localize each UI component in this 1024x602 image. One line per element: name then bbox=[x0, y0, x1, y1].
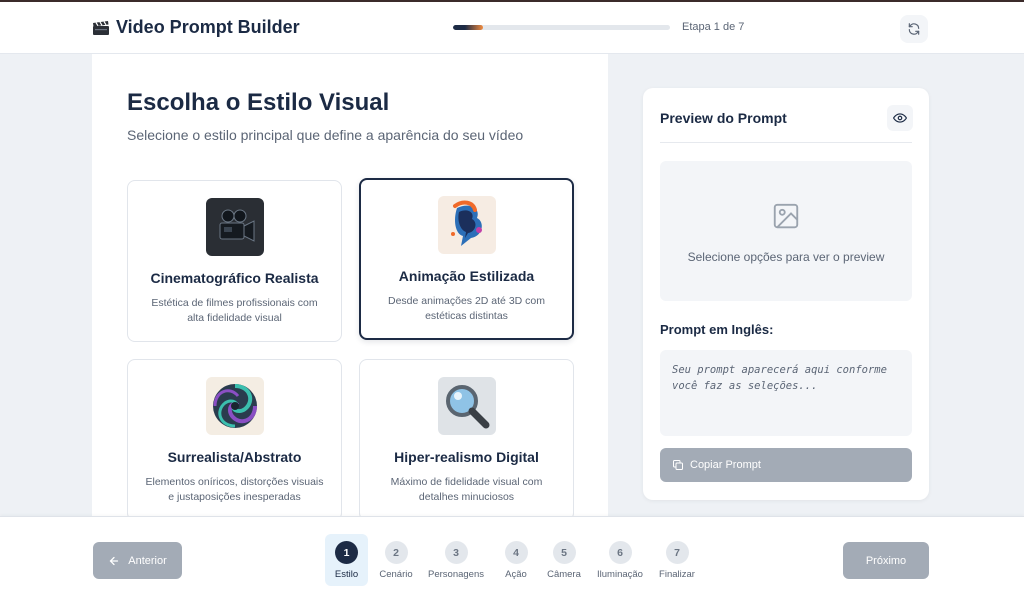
step-counter: Etapa 1 de 7 bbox=[682, 21, 745, 33]
top-header: Video Prompt Builder Etapa 1 de 7 bbox=[0, 0, 1024, 54]
card-description: Estética de filmes profissionais com alt… bbox=[151, 297, 318, 324]
step-number: 2 bbox=[384, 541, 408, 564]
magnifier-icon bbox=[437, 377, 496, 435]
card-description: Elementos oníricos, distorções visuais e… bbox=[145, 476, 324, 503]
step-label: Cenário bbox=[379, 569, 413, 580]
step-label: Câmera bbox=[547, 569, 581, 580]
next-button[interactable]: Próximo bbox=[843, 542, 929, 579]
prompt-preview-panel: Preview do Prompt Selecione opções para … bbox=[643, 88, 929, 500]
film-camera-icon bbox=[205, 198, 264, 256]
style-card-animation[interactable]: Animação Estilizada Desde animações 2D a… bbox=[359, 178, 574, 340]
step-5[interactable]: 5 Câmera bbox=[544, 534, 584, 586]
preview-image-area: Selecione opções para ver o preview bbox=[660, 161, 912, 301]
style-selection-panel: Escolha o Estilo Visual Selecione o esti… bbox=[92, 54, 608, 516]
step-number: 5 bbox=[552, 541, 576, 564]
step-1[interactable]: 1 Estilo bbox=[325, 534, 368, 586]
card-title: Animação Estilizada bbox=[398, 268, 535, 284]
step-2[interactable]: 2 Cenário bbox=[375, 534, 417, 586]
card-title: Surrealista/Abstrato bbox=[167, 449, 302, 465]
wizard-footer: Anterior 1 Estilo 2 Cenário 3 Personagen… bbox=[0, 516, 1024, 602]
card-title: Cinematográfico Realista bbox=[150, 270, 319, 286]
step-7[interactable]: 7 Finalizar bbox=[656, 534, 698, 586]
app-title: Video Prompt Builder bbox=[92, 17, 300, 38]
step-6[interactable]: 6 Iluminação bbox=[594, 534, 646, 586]
copy-button-label: Copiar Prompt bbox=[690, 459, 761, 471]
card-description: Máximo de fidelidade visual com detalhes… bbox=[390, 476, 543, 503]
copy-prompt-button[interactable]: Copiar Prompt bbox=[660, 448, 912, 482]
progress-bar bbox=[453, 25, 670, 30]
app-title-text: Video Prompt Builder bbox=[116, 17, 300, 37]
step-number: 7 bbox=[665, 541, 689, 564]
style-card-surreal[interactable]: Surrealista/Abstrato Elementos oníricos,… bbox=[127, 359, 342, 516]
next-button-label: Próximo bbox=[865, 554, 907, 567]
style-card-cinematic[interactable]: Cinematográfico Realista Estética de fil… bbox=[127, 180, 342, 342]
refresh-icon bbox=[908, 23, 920, 35]
step-label: Estilo bbox=[334, 569, 359, 580]
animation-b-icon bbox=[437, 196, 496, 254]
step-label: Iluminação bbox=[597, 569, 643, 580]
page-title: Escolha o Estilo Visual bbox=[127, 89, 390, 116]
style-card-hyperreal[interactable]: Hiper-realismo Digital Máximo de fidelid… bbox=[359, 359, 574, 516]
reset-button[interactable] bbox=[900, 15, 928, 43]
step-3[interactable]: 3 Personagens bbox=[426, 534, 486, 586]
step-label: Ação bbox=[505, 569, 527, 580]
step-number: 3 bbox=[444, 541, 468, 564]
eye-icon bbox=[893, 113, 907, 123]
clapperboard-icon bbox=[93, 20, 109, 35]
prompt-label: Prompt em Inglês: bbox=[660, 322, 774, 337]
preview-empty-message: Selecione opções para ver o preview bbox=[687, 250, 885, 264]
step-label: Personagens bbox=[428, 569, 484, 580]
toggle-preview-button[interactable] bbox=[887, 105, 913, 131]
divider bbox=[660, 142, 912, 143]
step-4[interactable]: 4 Ação bbox=[499, 534, 533, 586]
preview-title: Preview do Prompt bbox=[660, 110, 787, 126]
step-number: 1 bbox=[335, 541, 358, 564]
step-label: Finalizar bbox=[659, 569, 695, 580]
card-title: Hiper-realismo Digital bbox=[394, 449, 539, 465]
copy-icon bbox=[673, 460, 683, 470]
spiral-icon bbox=[205, 377, 264, 435]
progress-fill bbox=[453, 25, 484, 30]
prompt-text-area[interactable]: Seu prompt aparecerá aqui conforme você … bbox=[660, 350, 912, 436]
step-number: 6 bbox=[608, 541, 632, 564]
step-number: 4 bbox=[504, 541, 528, 564]
image-icon bbox=[773, 203, 799, 229]
page-subtitle: Selecione o estilo principal que define … bbox=[127, 127, 524, 143]
card-description: Desde animações 2D até 3D com estéticas … bbox=[388, 295, 545, 322]
